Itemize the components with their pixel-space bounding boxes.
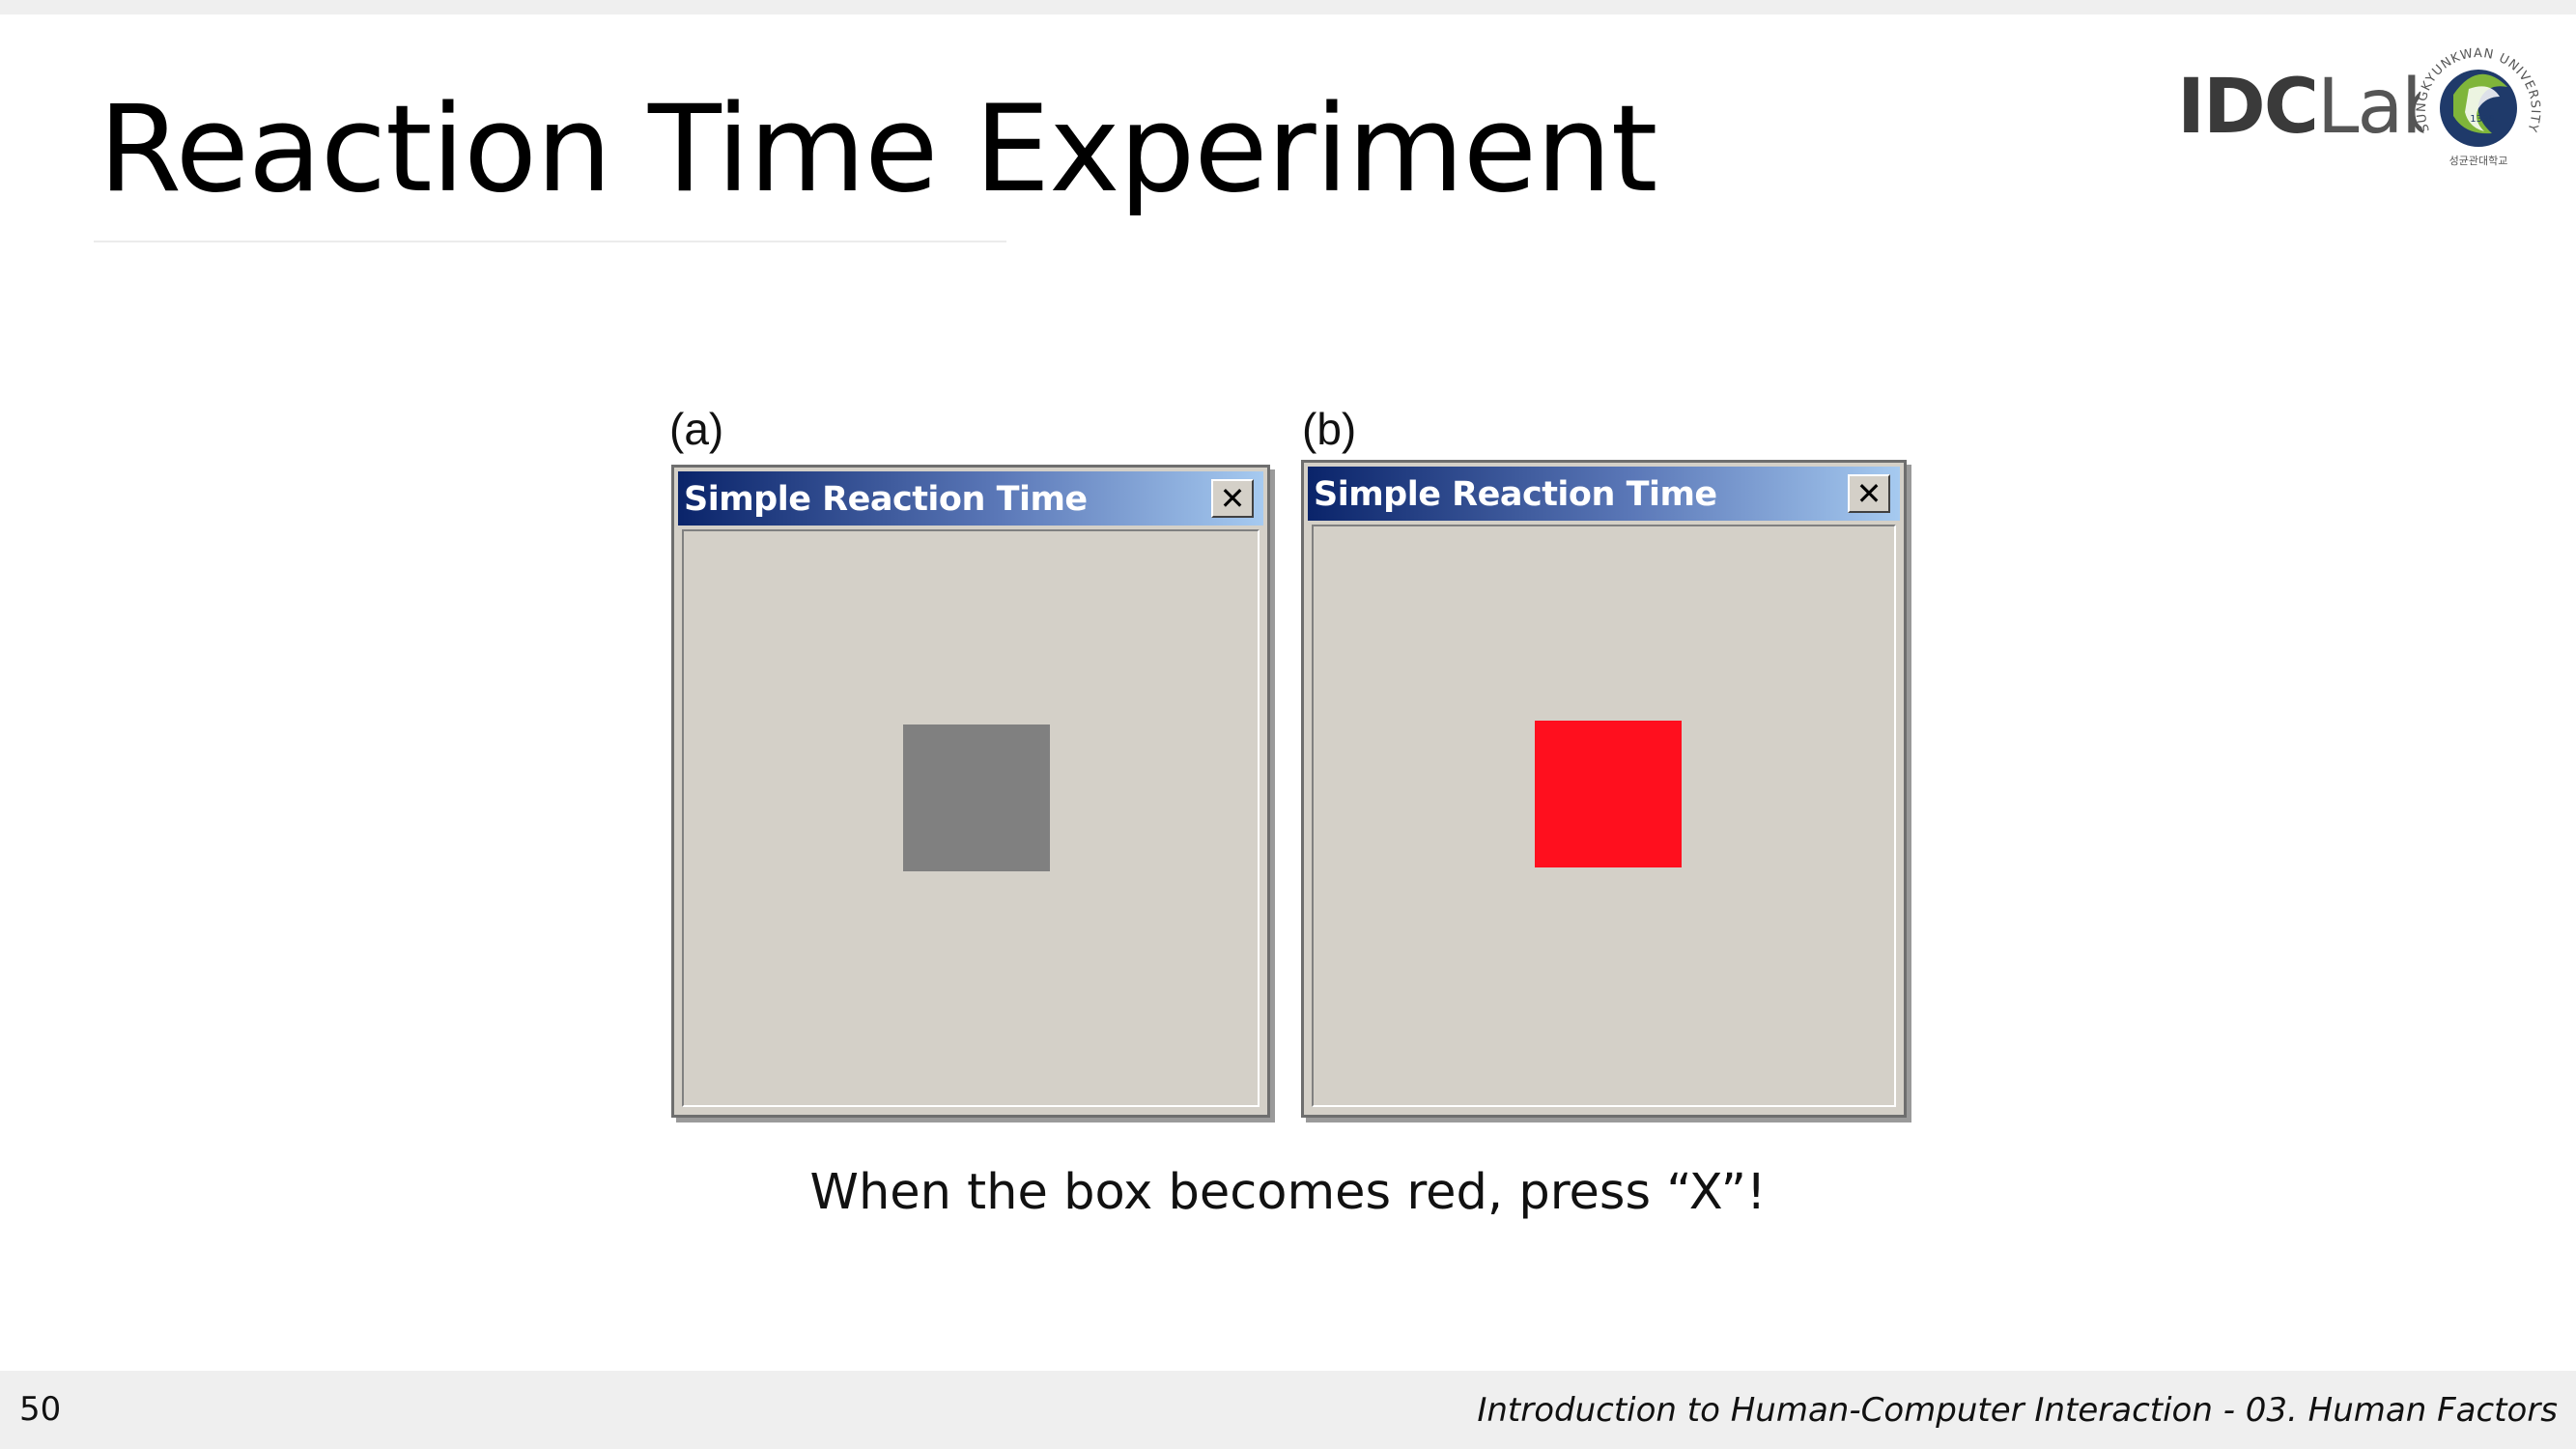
title-underline — [94, 241, 1006, 242]
logo-prefix: IDC — [2177, 64, 2319, 151]
panel-a-client-area — [682, 529, 1260, 1107]
slide-title: Reaction Time Experiment — [99, 80, 1657, 219]
university-seal-icon: SUNGKYUNKWAN UNIVERSITY 1398 성균관대학교 — [2415, 46, 2541, 168]
panel-a-label: (a) — [669, 404, 724, 454]
panel-b-titlebar: Simple Reaction Time ✕ — [1308, 467, 1900, 521]
panel-b-red-stimulus-box — [1535, 721, 1682, 867]
panel-b-label: (b) — [1302, 404, 1357, 454]
panel-a-window-title: Simple Reaction Time — [684, 480, 1088, 519]
panel-a-window: Simple Reaction Time ✕ — [671, 465, 1270, 1118]
footer-course-title: Introduction to Human-Computer Interacti… — [1477, 1391, 2558, 1430]
footer-bar: 50 Introduction to Human-Computer Intera… — [0, 1371, 2576, 1449]
panel-b-window-title: Simple Reaction Time — [1314, 475, 1717, 514]
panel-a-close-icon[interactable]: ✕ — [1211, 479, 1254, 518]
figure-caption: When the box becomes red, press “X”! — [809, 1164, 1767, 1221]
panel-a-titlebar: Simple Reaction Time ✕ — [678, 471, 1263, 526]
seal-korean: 성균관대학교 — [2449, 155, 2508, 167]
seal-year: 1398 — [2470, 114, 2494, 125]
top-strip — [0, 0, 2576, 14]
panel-b-close-icon[interactable]: ✕ — [1848, 474, 1890, 513]
panel-b-client-area — [1312, 525, 1896, 1107]
panel-b-window: Simple Reaction Time ✕ — [1301, 460, 1907, 1118]
panel-a-gray-stimulus-box — [903, 724, 1050, 871]
page-number: 50 — [19, 1390, 62, 1429]
idclab-logo: IDCLab — [2177, 64, 2449, 151]
